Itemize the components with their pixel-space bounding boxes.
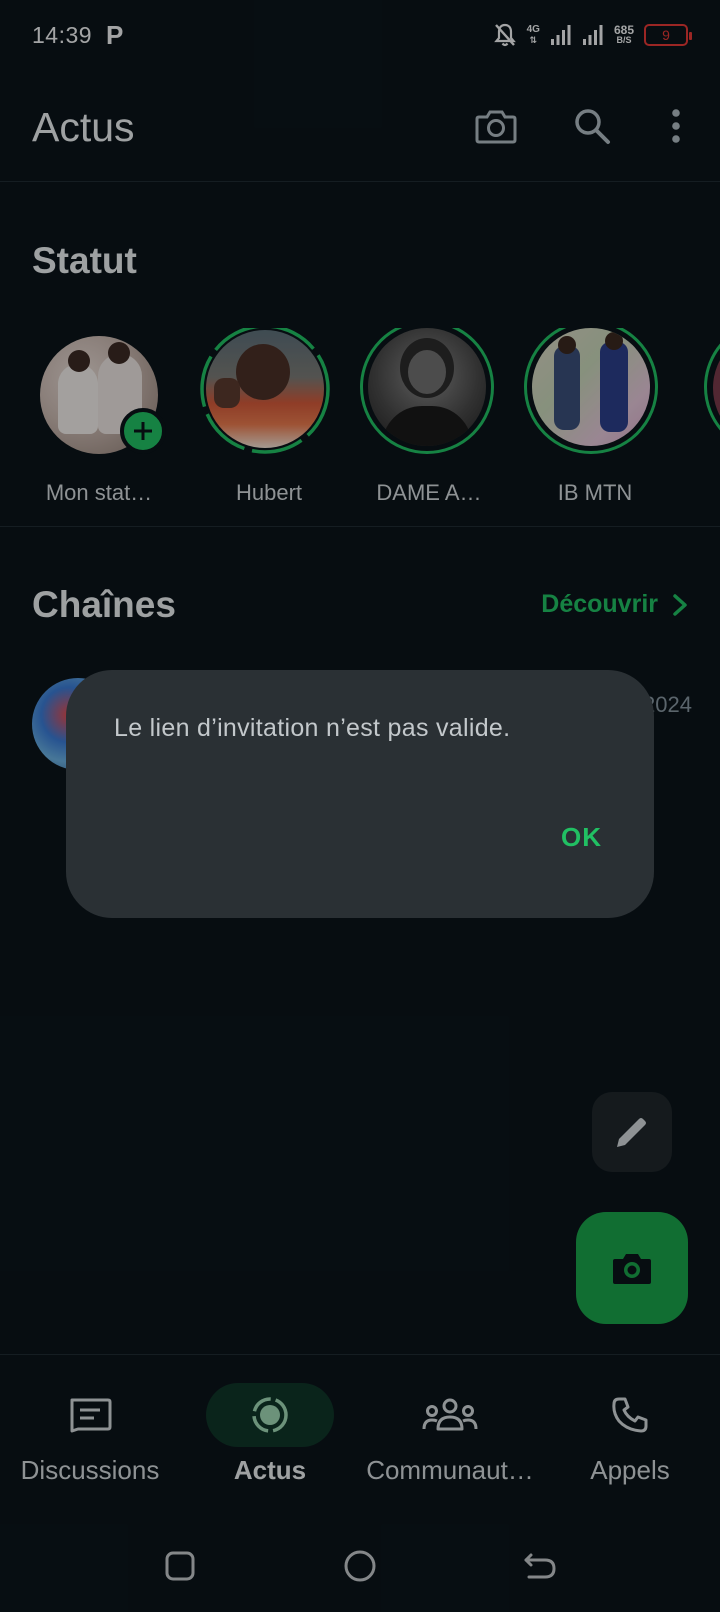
dialog-message: Le lien d’invitation n’est pas valide. — [114, 714, 511, 742]
ok-button[interactable]: OK — [561, 822, 602, 853]
screen: 14:39 P 4G ⇅ 685 B/S 9 Actus Statut Mon … — [0, 0, 720, 1612]
alert-dialog: Le lien d’invitation n’est pas valide. O… — [66, 670, 654, 918]
